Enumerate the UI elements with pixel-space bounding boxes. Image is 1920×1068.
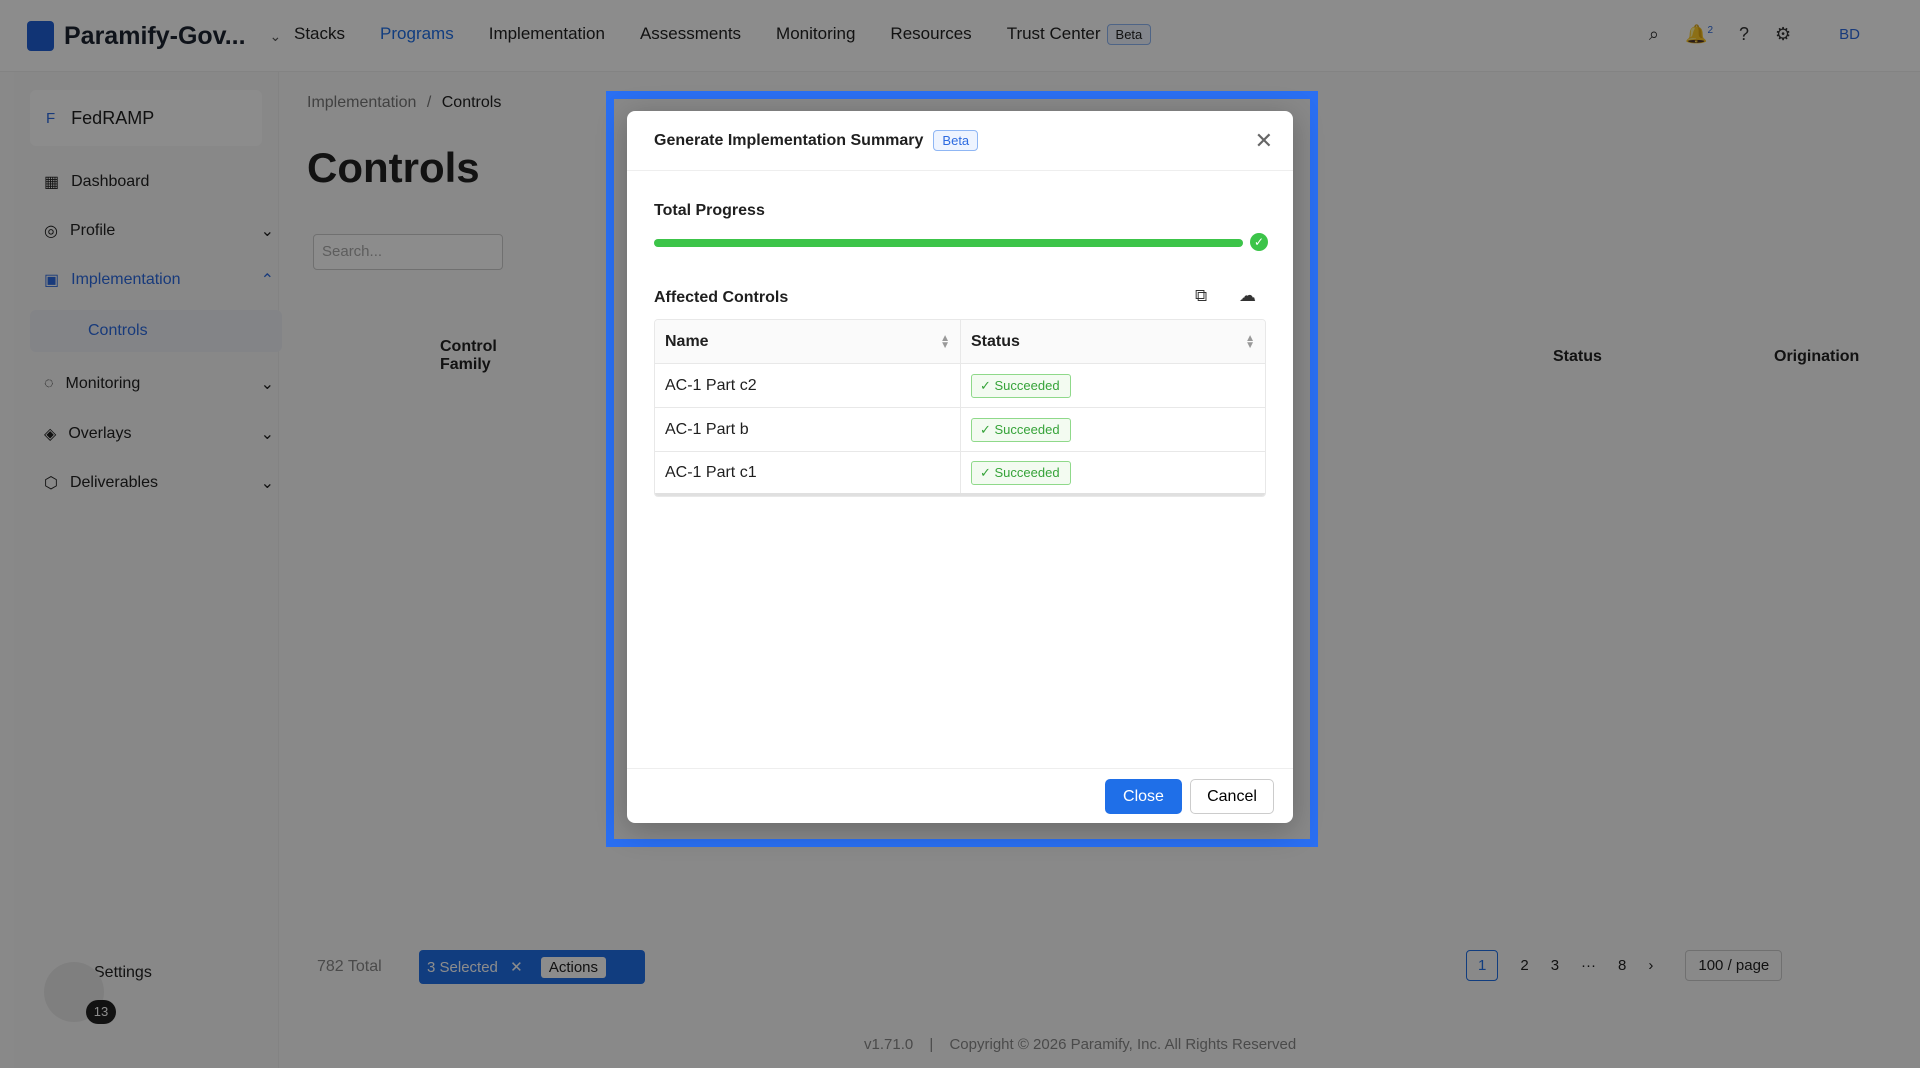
modal-header: Generate Implementation Summary Beta bbox=[627, 111, 1293, 171]
check-icon: ✓ bbox=[1250, 233, 1268, 251]
modal-footer: Close Cancel bbox=[627, 768, 1293, 823]
status-badge: ✓ Succeeded bbox=[971, 417, 1071, 442]
column-status[interactable]: Status ▲ ▼ bbox=[961, 320, 1265, 363]
column-status-label: Status bbox=[971, 332, 1020, 350]
copy-icon[interactable]: ⧉ bbox=[1195, 286, 1207, 306]
progress-label: Total Progress bbox=[654, 202, 765, 219]
table-row: AC-1 Part b ✓ Succeeded bbox=[655, 408, 1265, 452]
sort-icon: ▲ ▼ bbox=[940, 332, 950, 351]
column-name-label: Name bbox=[665, 332, 709, 350]
affected-controls-table: Name ▲ ▼ Status ▲ ▼ AC-1 Part c2 ✓ Succeeded… bbox=[654, 319, 1266, 497]
generate-summary-modal: Generate Implementation Summary Beta ✕ T… bbox=[627, 111, 1293, 823]
column-name[interactable]: Name ▲ ▼ bbox=[655, 320, 961, 363]
affected-controls-label: Affected Controls bbox=[654, 289, 789, 306]
row-name: AC-1 Part c1 bbox=[655, 452, 961, 493]
beta-badge: Beta bbox=[933, 130, 979, 151]
close-icon[interactable]: ✕ bbox=[1255, 128, 1273, 154]
table-header: Name ▲ ▼ Status ▲ ▼ bbox=[655, 320, 1265, 364]
check-circle-icon: ✓ bbox=[980, 464, 995, 480]
sort-icon: ▲ ▼ bbox=[1245, 332, 1255, 351]
row-name: AC-1 Part b bbox=[655, 408, 961, 451]
cloud-download-icon[interactable]: ☁ bbox=[1239, 286, 1256, 306]
row-name: AC-1 Part c2 bbox=[655, 364, 961, 407]
close-button[interactable]: Close bbox=[1105, 779, 1182, 814]
progress-fill bbox=[654, 239, 1243, 247]
status-badge: ✓ Succeeded bbox=[971, 460, 1071, 485]
status-label: Succeeded bbox=[994, 377, 1060, 393]
table-row: AC-1 Part c2 ✓ Succeeded bbox=[655, 364, 1265, 408]
status-badge: ✓ Succeeded bbox=[971, 373, 1071, 398]
check-circle-icon: ✓ bbox=[980, 421, 995, 437]
status-label: Succeeded bbox=[994, 421, 1060, 437]
modal-title: Generate Implementation Summary bbox=[654, 131, 924, 149]
table-row: AC-1 Part c1 ✓ Succeeded bbox=[655, 452, 1265, 496]
progress-bar bbox=[654, 239, 1243, 247]
status-label: Succeeded bbox=[994, 464, 1060, 480]
cancel-button[interactable]: Cancel bbox=[1190, 779, 1274, 814]
check-circle-icon: ✓ bbox=[980, 377, 995, 393]
